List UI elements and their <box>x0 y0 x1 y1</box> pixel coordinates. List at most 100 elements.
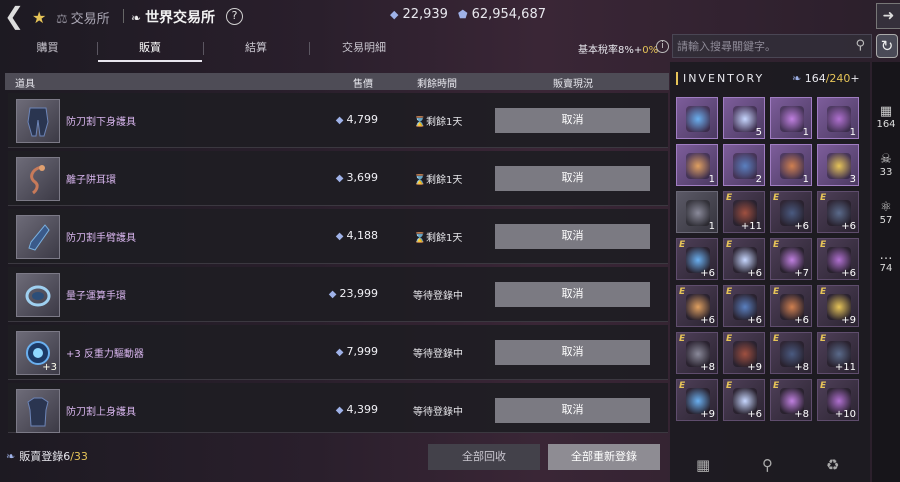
enhance-tag: E <box>773 193 780 203</box>
side-tab-all[interactable]: ▦ 164 <box>872 104 900 130</box>
tab-settlement[interactable]: 結算 <box>204 37 308 59</box>
sort-icon[interactable]: ▦ <box>696 456 710 474</box>
relist-all-button[interactable]: 全部重新登錄 <box>548 444 660 470</box>
inventory-slot[interactable]: E +6 <box>770 191 812 233</box>
slot-count: +10 <box>834 409 856 420</box>
item-icon[interactable]: +3 <box>16 331 60 375</box>
info-icon[interactable]: i <box>656 40 669 53</box>
cancel-button[interactable]: 取消 <box>495 108 650 133</box>
inventory-slot[interactable]: 1 <box>676 191 718 233</box>
equipment-icon: ☠ <box>880 152 892 167</box>
slot-count: +6 <box>700 315 715 326</box>
table-row: 離子阱耳環 ◆ 3,699 ⌛剩餘1天 取消 <box>8 151 668 206</box>
inventory-slot[interactable]: E +6 <box>723 238 765 280</box>
enhance-tag: E <box>820 193 827 203</box>
slot-count: +11 <box>834 362 856 373</box>
inventory-slot[interactable]: E +10 <box>817 379 859 421</box>
inventory-slot[interactable]: 1 <box>770 97 812 139</box>
inventory-slot[interactable]: 2 <box>723 144 765 186</box>
slot-count: +6 <box>794 221 809 232</box>
favorite-star-icon[interactable]: ★ <box>32 8 46 27</box>
enhance-tag: E <box>679 381 686 391</box>
cancel-button[interactable]: 取消 <box>495 166 650 191</box>
item-name: 防刀割下身護具 <box>66 117 136 128</box>
refresh-icon[interactable]: ↻ <box>876 34 898 58</box>
tab-buy[interactable]: 購買 <box>0 37 95 59</box>
item-icon[interactable] <box>16 273 60 317</box>
search-icon[interactable]: ⚲ <box>855 38 865 53</box>
item-icon[interactable] <box>16 389 60 433</box>
remaining-time: 等待登錄中 <box>413 291 463 302</box>
inventory-slot[interactable]: E +6 <box>770 285 812 327</box>
inventory-slot[interactable]: E +6 <box>676 238 718 280</box>
inventory-slot[interactable]: E +9 <box>723 332 765 374</box>
inventory-slot[interactable]: E +8 <box>676 332 718 374</box>
item-icon[interactable] <box>16 157 60 201</box>
tab-sell[interactable]: 販賣 <box>98 37 202 62</box>
remaining-time: 等待登錄中 <box>413 407 463 418</box>
recall-all-button[interactable]: 全部回收 <box>428 444 540 470</box>
table-row: 防刀割手臂護具 ◆ 4,188 ⌛剩餘1天 取消 <box>8 209 668 264</box>
inventory-slot[interactable]: E +9 <box>676 379 718 421</box>
crystal-icon: ◆ <box>335 405 344 416</box>
item-icon[interactable] <box>16 99 60 143</box>
slot-count: +6 <box>747 315 762 326</box>
search-input[interactable] <box>673 35 843 58</box>
enhance-tag: E <box>726 240 733 250</box>
inventory-slot[interactable]: E +11 <box>723 191 765 233</box>
inventory-slot[interactable]: E +6 <box>723 285 765 327</box>
inventory-slot[interactable]: E +7 <box>770 238 812 280</box>
inventory-slot[interactable]: E +6 <box>817 191 859 233</box>
header-price: 售價 <box>353 79 373 90</box>
cancel-button[interactable]: 取消 <box>495 224 650 249</box>
enhance-tag: E <box>773 381 780 391</box>
breadcrumb-parent[interactable]: ⚖ 交易所 <box>56 8 110 27</box>
side-tab-consumable[interactable]: ⚛ 57 <box>872 200 900 226</box>
inventory-slot[interactable]: 1 <box>817 97 859 139</box>
slot-count: 3 <box>849 174 856 185</box>
slot-count: +9 <box>700 409 715 420</box>
inventory-slot[interactable]: E +6 <box>676 285 718 327</box>
header-status: 販賣現況 <box>553 79 593 90</box>
inventory-footer: ▦ ⚲ ♻ <box>670 450 870 482</box>
slot-count: 1 <box>708 221 715 232</box>
inventory-slot[interactable]: E +6 <box>817 238 859 280</box>
grid-icon: ▦ <box>879 104 893 119</box>
crystal-icon: ◆ <box>335 347 344 358</box>
back-arrow-icon[interactable]: ❮ <box>4 4 28 30</box>
cancel-button[interactable]: 取消 <box>495 398 650 423</box>
item-icon[interactable] <box>16 215 60 259</box>
item-price: ◆ 23,999 <box>328 287 378 300</box>
inventory-slot[interactable]: E +9 <box>817 285 859 327</box>
inventory-slot[interactable] <box>676 97 718 139</box>
slot-count: 2 <box>755 174 762 185</box>
inventory-slot[interactable]: 5 <box>723 97 765 139</box>
inventory-slot[interactable]: E +8 <box>770 379 812 421</box>
inventory-slot[interactable]: E +6 <box>723 379 765 421</box>
item-icon <box>686 153 710 179</box>
enhance-tag: E <box>726 334 733 344</box>
inventory-slot[interactable]: 1 <box>676 144 718 186</box>
search-box: ⚲ <box>672 34 872 58</box>
tab-history[interactable]: 交易明細 <box>310 37 418 59</box>
exit-icon[interactable]: ➜ <box>876 3 900 29</box>
inventory-grid: 5 1 1 1 2 1 3 1 E +11 E +6 E +6 E +6 E +6 E +7 E +6 E +6 E +6 E +6 E… <box>676 97 866 442</box>
inventory-slot[interactable]: 1 <box>770 144 812 186</box>
item-icon <box>686 200 710 226</box>
help-icon[interactable]: ? <box>226 8 243 25</box>
crystal-icon: ◆ <box>335 173 344 184</box>
recycle-icon[interactable]: ♻ <box>826 456 839 474</box>
enhance-tag: E <box>679 287 686 297</box>
inventory-slot[interactable]: 3 <box>817 144 859 186</box>
side-tab-equipment[interactable]: ☠ 33 <box>872 152 900 178</box>
item-name: +3 反重力驅動器 <box>66 349 144 360</box>
item-price: ◆ 4,188 <box>335 229 378 242</box>
item-name: 防刀割手臂護具 <box>66 233 136 244</box>
search-icon[interactable]: ⚲ <box>762 456 773 474</box>
slot-count: +9 <box>747 362 762 373</box>
cancel-button[interactable]: 取消 <box>495 282 650 307</box>
cancel-button[interactable]: 取消 <box>495 340 650 365</box>
inventory-slot[interactable]: E +8 <box>770 332 812 374</box>
side-tab-other[interactable]: … 74 <box>872 248 900 274</box>
inventory-slot[interactable]: E +11 <box>817 332 859 374</box>
